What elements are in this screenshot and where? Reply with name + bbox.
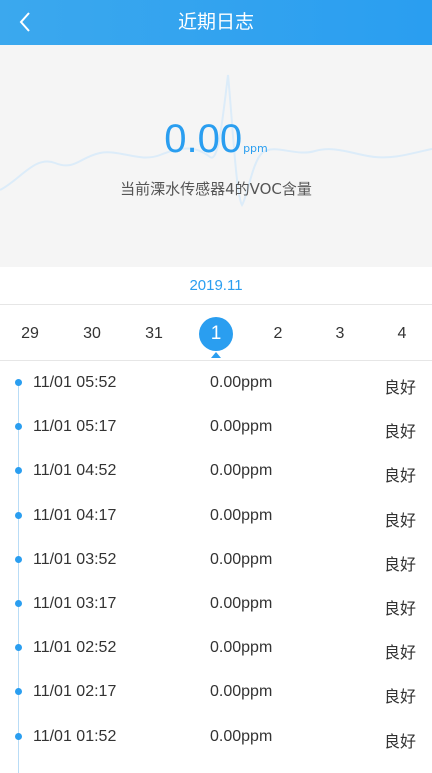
- log-time: 11/01 04:17: [33, 506, 117, 524]
- voc-unit: ppm: [243, 142, 268, 155]
- log-value: 0.00ppm: [210, 506, 273, 524]
- timeline-dot: [15, 600, 22, 607]
- log-row[interactable]: 11/01 04:17 0.00ppm 良好: [0, 494, 432, 538]
- day-item-1[interactable]: 1: [199, 317, 233, 351]
- timeline-dot: [15, 379, 22, 386]
- day-item-2[interactable]: 2: [261, 317, 295, 351]
- day-selector: 29 30 31 1 2 3 4: [0, 305, 432, 361]
- log-row[interactable]: 11/01 03:52 0.00ppm 良好: [0, 538, 432, 582]
- month-label[interactable]: 2019.11: [0, 267, 432, 305]
- log-status: 良好: [383, 554, 416, 574]
- log-value: 0.00ppm: [210, 550, 273, 568]
- page-title: 近期日志: [177, 11, 254, 33]
- log-row[interactable]: 11/01 05:52 0.00ppm 良好: [0, 361, 432, 405]
- timeline-dot: [15, 467, 22, 475]
- day-item-3[interactable]: 3: [323, 317, 357, 351]
- log-row[interactable]: 11/01 04:52 0.00ppm 良好: [0, 449, 432, 493]
- log-value: 0.00ppm: [210, 418, 273, 436]
- log-time: 11/01 03:52: [33, 550, 117, 568]
- log-row[interactable]: 11/01 05:17 0.00ppm 良好: [0, 405, 432, 449]
- log-time: 11/01 04:52: [33, 462, 117, 480]
- log-status: 良好: [383, 599, 416, 618]
- timeline-dot: [15, 732, 22, 740]
- timeline-dot: [15, 688, 22, 696]
- log-row[interactable]: 11/01 01:52 0.00ppm 良好: [0, 715, 432, 759]
- log-time: 11/01 01:52: [33, 727, 117, 745]
- voc-reading: 0.00ppm: [0, 117, 432, 162]
- timeline-dot: [15, 511, 22, 519]
- log-status: 良好: [383, 643, 416, 663]
- log-time: 11/01 05:52: [33, 374, 117, 391]
- log-time: 11/01 03:17: [33, 595, 117, 612]
- log-status: 良好: [383, 687, 416, 707]
- log-value: 0.00ppm: [210, 462, 273, 480]
- log-status: 良好: [383, 378, 416, 397]
- selected-day-pointer: [211, 352, 221, 358]
- log-time: 11/01 05:17: [33, 418, 117, 436]
- timeline-dot: [15, 423, 22, 431]
- log-value: 0.00ppm: [210, 727, 273, 745]
- log-value: 0.00ppm: [210, 374, 273, 391]
- timeline-dot: [15, 555, 22, 563]
- log-value: 0.00ppm: [210, 683, 273, 701]
- log-row[interactable]: 11/01 03:17 0.00ppm 良好: [0, 582, 432, 626]
- sensor-label: 当前溧水传感器4的VOC含量: [120, 180, 312, 198]
- timeline-dot: [15, 644, 22, 652]
- log-time: 11/01 02:52: [33, 639, 117, 657]
- day-item-29[interactable]: 29: [13, 317, 47, 351]
- log-status: 良好: [383, 510, 416, 530]
- log-row[interactable]: 11/01 02:52 0.00ppm 良好: [0, 626, 432, 670]
- log-status: 良好: [383, 422, 416, 442]
- day-item-31[interactable]: 31: [137, 317, 171, 351]
- day-item-30[interactable]: 30: [75, 317, 109, 351]
- log-list: 11/01 05:52 0.00ppm 良好 11/01 05:17 0.00ppm 良好…: [0, 361, 432, 773]
- voc-value: 0.00: [164, 117, 243, 161]
- log-value: 0.00ppm: [210, 595, 273, 612]
- log-value: 0.00ppm: [210, 639, 273, 657]
- app-header: 近期日志: [0, 0, 432, 45]
- log-time: 11/01 02:17: [33, 683, 117, 701]
- log-status: 良好: [383, 731, 416, 751]
- log-status: 良好: [383, 466, 416, 486]
- day-item-4[interactable]: 4: [385, 317, 419, 351]
- current-reading-panel: 0.00ppm 当前溧水传感器4的VOC含量: [0, 45, 432, 267]
- log-row[interactable]: 11/01 02:17 0.00ppm 良好: [0, 670, 432, 714]
